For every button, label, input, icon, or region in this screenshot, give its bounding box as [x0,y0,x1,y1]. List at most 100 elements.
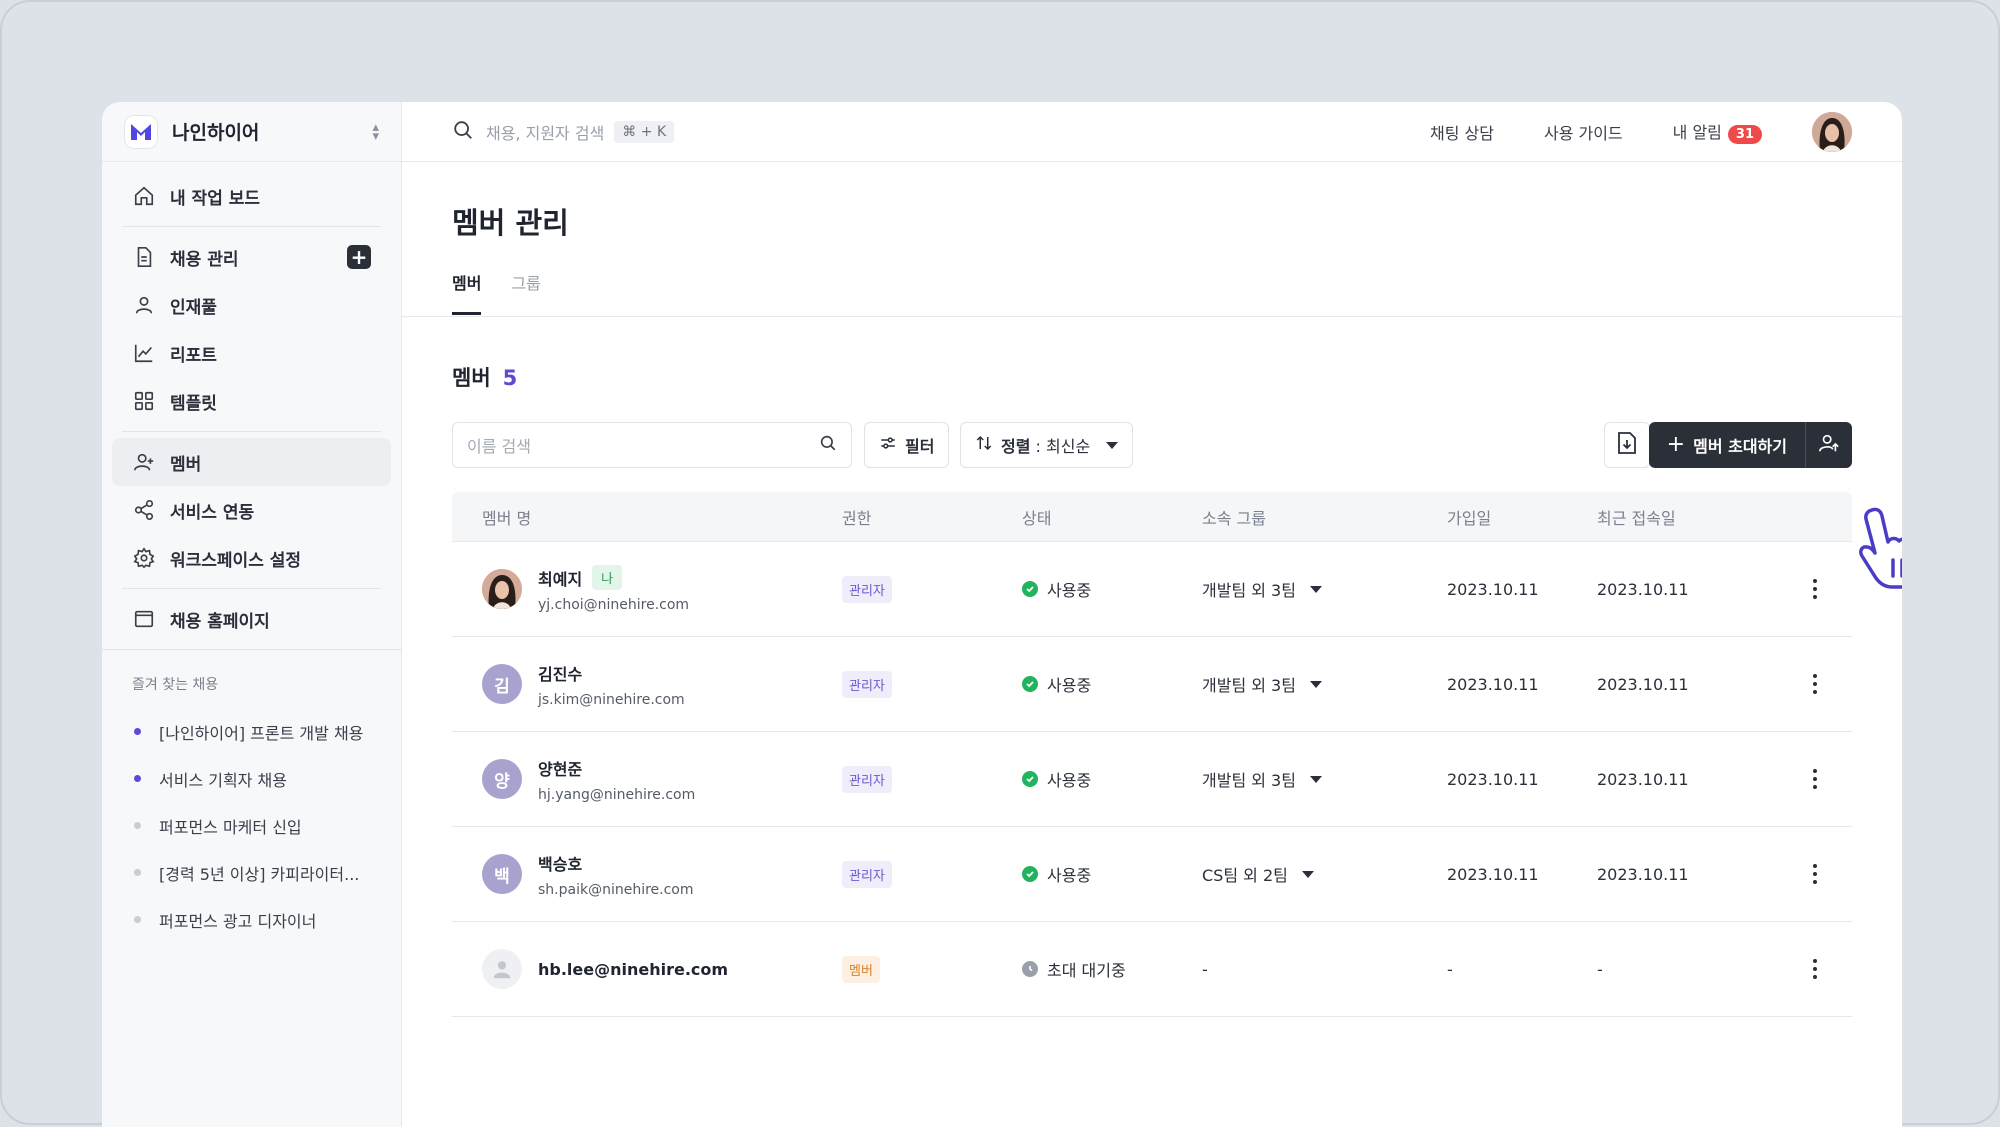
member-name: 최예지 나 [538,565,689,590]
favorite-item[interactable]: [나인하이어] 프론트 개발 채용 [102,708,401,755]
sidebar-item-careers-page[interactable]: 채용 홈페이지 [112,595,391,643]
sort-text: 정렬 : 최신순 [1001,433,1090,457]
placeholder-avatar-icon [482,949,522,989]
chat-support-link[interactable]: 채팅 상담 [1430,120,1494,144]
group-text: 개발팀 외 3팀 [1202,771,1296,790]
sidebar-item-report[interactable]: 리포트 [112,329,391,377]
more-options-icon[interactable] [1812,959,1817,979]
check-circle-icon [1022,771,1038,787]
joined-date: 2023.10.11 [1447,674,1539,694]
divider [402,316,1902,317]
ninehire-logo-icon [124,114,158,149]
sidebar-item-integration[interactable]: 서비스 연동 [112,486,391,534]
sidebar-item-label: 워크스페이스 설정 [170,550,302,571]
status-cell: 사용중 [1022,577,1202,601]
group-dropdown[interactable]: 개발팀 외 3팀 [1202,577,1447,601]
table-row[interactable]: hb.lee@ninehire.com 멤버 초대 대기중 - - - [452,922,1852,1017]
table-header: 멤버 명 권한 상태 소속 그룹 가입일 최근 접속일 [452,492,1852,542]
document-icon [132,245,156,269]
global-search[interactable]: 채용, 지원자 검색 ⌘ + K [452,119,1430,145]
tab-groups[interactable]: 그룹 [511,270,540,315]
status-cell: 사용중 [1022,767,1202,791]
invite-member-main[interactable]: + 멤버 초대하기 [1649,422,1805,468]
more-options-icon[interactable] [1812,864,1817,884]
user-guide-link[interactable]: 사용 가이드 [1544,120,1623,144]
member-cell: 백 백승호 sh.paik@ninehire.com [452,851,842,898]
sidebar-item-template[interactable]: 템플릿 [112,377,391,425]
favorite-label: 퍼포먼스 광고 디자이너 [159,911,317,931]
sort-label: 정렬 [1001,437,1031,456]
member-email: hj.yang@ninehire.com [538,786,696,803]
check-circle-icon [1022,866,1038,882]
favorites-title: 즐겨 찾는 채용 [132,677,219,693]
sidebar-item-label: 리포트 [170,345,217,366]
filter-button[interactable]: 필터 [864,422,950,468]
caret-down-icon [1309,585,1322,593]
sidebar-item-talent-pool[interactable]: 인재풀 [112,281,391,329]
member-name: 김진수 [538,664,583,684]
chart-line-icon [132,341,156,365]
member-avatar: 양 [482,759,522,799]
favorite-item[interactable]: 서비스 기획자 채용 [102,755,401,802]
add-recruit-button[interactable]: + [347,245,371,269]
table-row[interactable]: 김 김진수 js.kim@ninehire.com 관리자 사용중 개발팀 외 … [452,637,1852,732]
notifications-link[interactable]: 내 알림 31 [1673,119,1762,144]
sort-arrows-icon [975,434,993,456]
bulk-invite-button[interactable] [1806,422,1852,468]
workspace-switcher[interactable]: 나인하이어 ▴ ▾ [102,102,401,162]
divider [122,588,381,589]
favorite-item[interactable]: 퍼포먼스 광고 디자이너 [102,896,401,943]
group-text: CS팀 외 2팀 [1202,866,1288,885]
sidebar-nav: 내 작업 보드 채용 관리 + 인재풀 리포트 템플릿 멤버 서비스 연동 워크… [102,162,401,643]
joined-date: - [1447,959,1453,979]
sidebar-item-label: 인재풀 [170,297,217,318]
notifications-label: 내 알림 [1672,123,1722,142]
last-access-date: 2023.10.11 [1597,769,1689,789]
joined-date: 2023.10.11 [1447,769,1539,789]
favorite-label: [나인하이어] 프론트 개발 채용 [159,723,364,743]
more-options-icon[interactable] [1812,579,1817,599]
sidebar-item-recruit[interactable]: 채용 관리 + [112,233,391,281]
table-row[interactable]: 양 양현준 hj.yang@ninehire.com 관리자 사용중 개발팀 외… [452,732,1852,827]
sort-dropdown[interactable]: 정렬 : 최신순 [960,422,1134,468]
sidebar: 나인하이어 ▴ ▾ 내 작업 보드 채용 관리 + 인재풀 리포트 템플릿 멤버… [102,102,402,1127]
member-cell: 최예지 나 yj.choi@ninehire.com [452,565,842,613]
invite-member-button[interactable]: + 멤버 초대하기 [1648,422,1852,468]
sidebar-item-workboard[interactable]: 내 작업 보드 [112,172,391,220]
grid-icon [132,389,156,413]
member-avatar: 김 [482,664,522,704]
member-cell: hb.lee@ninehire.com [452,949,842,989]
tab-members[interactable]: 멤버 [452,270,482,315]
group-dropdown[interactable]: 개발팀 외 3팀 [1202,767,1447,791]
more-options-icon[interactable] [1812,769,1817,789]
group-dropdown[interactable]: 개발팀 외 3팀 [1202,672,1447,696]
table-row[interactable]: 백 백승호 sh.paik@ninehire.com 관리자 사용중 CS팀 외… [452,827,1852,922]
name-search-input[interactable]: 이름 검색 [452,422,852,468]
sidebar-item-member[interactable]: 멤버 [112,438,391,486]
user-avatar[interactable] [1812,111,1852,152]
chevron-updown-icon: ▴ ▾ [372,119,379,144]
export-excel-button[interactable] [1604,422,1650,468]
sort-value: : 최신순 [1030,437,1091,456]
home-icon [132,184,156,208]
filter-label: 필터 [905,437,935,456]
user-upload-icon [1818,432,1840,458]
global-search-placeholder: 채용, 지원자 검색 [486,123,605,143]
toolbar: 이름 검색 필터 정렬 : 최신순 + 멤버 초대하기 [452,422,1852,468]
me-badge: 나 [592,565,623,590]
favorite-item[interactable]: 퍼포먼스 마케터 신입 [102,802,401,849]
column-header-joined: 가입일 [1447,508,1492,528]
sidebar-item-label: 템플릿 [170,393,217,414]
status-text: 초대 대기중 [1047,961,1126,980]
table-row[interactable]: 최예지 나 yj.choi@ninehire.com 관리자 사용중 개발팀 외 … [452,542,1852,637]
sidebar-item-workspace-settings[interactable]: 워크스페이스 설정 [112,534,391,582]
search-icon [819,434,837,456]
more-options-icon[interactable] [1812,674,1817,694]
status-cell: 사용중 [1022,672,1202,696]
sliders-icon [879,434,897,456]
topbar: 채용, 지원자 검색 ⌘ + K 채팅 상담 사용 가이드 내 알림 31 [402,102,1902,162]
page-title: 멤버 관리 [452,206,569,240]
group-dropdown[interactable]: CS팀 외 2팀 [1202,862,1447,886]
favorite-item[interactable]: [경력 5년 이상] 카피라이터... [102,849,401,896]
role-badge: 관리자 [842,575,892,603]
